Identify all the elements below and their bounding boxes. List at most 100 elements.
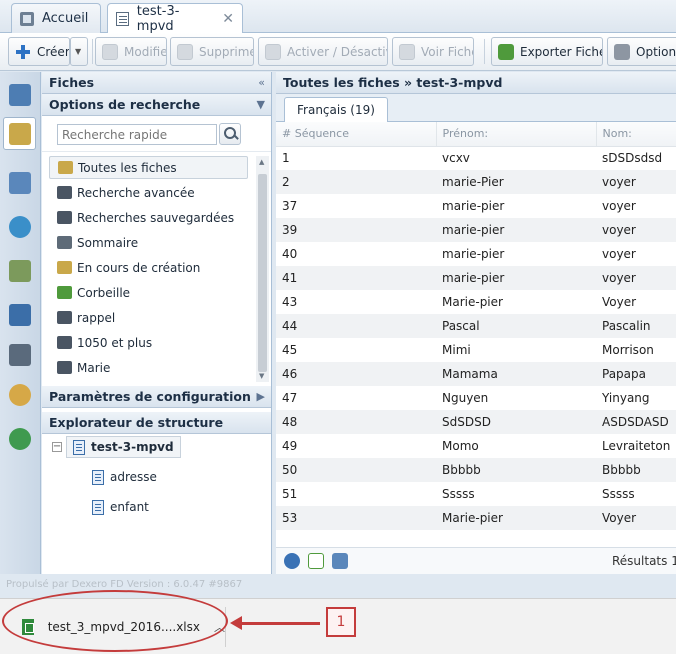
- rail-stats[interactable]: [3, 378, 36, 411]
- table-row[interactable]: 45 Mimi Morrison: [276, 338, 676, 362]
- column-header-lastname[interactable]: Nom:: [596, 122, 676, 147]
- delete-button[interactable]: Supprimer: [170, 37, 254, 66]
- trash-icon: [57, 286, 72, 299]
- create-dropdown-button[interactable]: ▼: [70, 37, 88, 66]
- cell-sequence: 50: [276, 458, 436, 482]
- list-item[interactable]: Marie: [49, 356, 248, 379]
- cell-sequence: 37: [282, 199, 298, 213]
- tree-root[interactable]: test-3-mpvd: [66, 436, 181, 458]
- cell-lastname: voyer: [602, 199, 636, 213]
- annotation-ellipse: [2, 590, 228, 652]
- tab-accueil[interactable]: Accueil: [11, 3, 101, 33]
- table-row[interactable]: 40 marie-pier voyer: [276, 242, 676, 266]
- table-row[interactable]: 41 marie-pier voyer: [276, 266, 676, 290]
- create-button[interactable]: Créer: [8, 37, 70, 66]
- table-row[interactable]: 44 Pascal Pascalin: [276, 314, 676, 338]
- rail-home[interactable]: [3, 78, 36, 111]
- config-title: Paramètres de configuration: [49, 389, 251, 404]
- table-row[interactable]: 49 Momo Levraiteton: [276, 434, 676, 458]
- gauge-icon: [8, 383, 31, 406]
- options-button[interactable]: Options: [607, 37, 676, 66]
- tree-item-adresse[interactable]: adresse: [92, 466, 157, 488]
- table-row[interactable]: 48 SdSDSD ASDSDASD: [276, 410, 676, 434]
- view-record-button[interactable]: Voir Fiche: [392, 37, 474, 66]
- search-icon[interactable]: [219, 123, 241, 145]
- plus-icon: [15, 44, 31, 60]
- tab-test-3-mpvd[interactable]: test-3-mpvd ✕: [107, 3, 243, 34]
- table-row[interactable]: 46 Mamama Papapa: [276, 362, 676, 386]
- list-item[interactable]: Recherches sauvegardées: [49, 206, 248, 229]
- panel-title: Fiches: [49, 75, 95, 90]
- cell-sequence: 46: [276, 362, 436, 386]
- cell-sequence: 41: [276, 266, 436, 290]
- list-item-label: Marie: [77, 360, 111, 375]
- column-header-firstname[interactable]: Prénom:: [436, 122, 597, 147]
- rail-forms[interactable]: [3, 166, 36, 199]
- structure-tree: − test-3-mpvd adresse enfant: [42, 434, 271, 584]
- cell-lastname: voyer: [596, 170, 676, 194]
- scrollbar-thumb[interactable]: [258, 174, 267, 372]
- cell-firstname: marie-pier: [436, 218, 596, 242]
- refresh-icon[interactable]: [284, 553, 300, 569]
- table-row[interactable]: 39 marie-pier voyer: [276, 218, 676, 242]
- rail-tools[interactable]: [3, 338, 36, 371]
- results-count: Résultats 1: [612, 554, 676, 568]
- checkbox-select-icon[interactable]: [308, 553, 324, 569]
- toggle-icon: [265, 43, 281, 60]
- tree-collapse-icon[interactable]: −: [52, 442, 62, 452]
- records-icon: [58, 161, 73, 174]
- rail-reports[interactable]: [3, 254, 36, 287]
- list-item[interactable]: Recherche avancée: [49, 181, 248, 204]
- records-icon: [8, 122, 31, 145]
- config-header[interactable]: Paramètres de configuration ▶: [42, 386, 271, 408]
- close-icon[interactable]: ✕: [222, 11, 234, 27]
- list-item[interactable]: Toutes les fiches: [49, 156, 248, 179]
- cell-lastname: Papapa: [596, 362, 676, 386]
- table-row[interactable]: 47 Nguyen Yinyang: [276, 386, 676, 410]
- column-header-sequence[interactable]: # Séquence: [276, 122, 437, 147]
- tab-bar: Accueil test-3-mpvd ✕: [0, 0, 676, 34]
- cell-firstname: marie-pier: [436, 266, 596, 290]
- list-item[interactable]: En cours de création: [49, 256, 248, 279]
- cell-lastname: Yinyang: [602, 391, 650, 405]
- tab-french[interactable]: Français (19): [284, 97, 388, 122]
- collapse-panel-icon[interactable]: «: [258, 76, 265, 89]
- rail-database[interactable]: [3, 298, 36, 331]
- cell-sequence: 43: [282, 295, 298, 309]
- annotation-arrowhead: [230, 616, 242, 630]
- filter-icon[interactable]: [332, 553, 348, 569]
- table-row[interactable]: 51 Sssss Sssss: [276, 482, 676, 506]
- modify-button[interactable]: Modifier: [95, 37, 167, 66]
- tree-item-enfant[interactable]: enfant: [92, 496, 149, 518]
- table-row[interactable]: 43 Marie-pier Voyer: [276, 290, 676, 314]
- cell-lastname: Sssss: [602, 487, 635, 501]
- scroll-up-icon[interactable]: ▲: [259, 158, 264, 166]
- list-item-label: 1050 et plus: [77, 335, 153, 350]
- list-item[interactable]: rappel: [49, 306, 248, 329]
- table-row[interactable]: 50 Bbbbb Bbbbb: [276, 458, 676, 482]
- records-table: # Séquence Prénom: Nom: 1 vcxv sDSDsdsd 2 ma…: [276, 122, 676, 530]
- search-options-header[interactable]: Options de recherche ▼: [42, 94, 271, 116]
- export-button[interactable]: Exporter Fiches: [491, 37, 603, 66]
- modify-label: Modifier: [124, 44, 167, 59]
- list-item[interactable]: Corbeille: [49, 281, 248, 304]
- list-scrollbar[interactable]: ▲ ▼: [256, 156, 269, 382]
- cell-firstname: Marie-pier: [436, 506, 596, 530]
- toggle-active-button[interactable]: Activer / Désactiver: [258, 37, 388, 66]
- view-label: Voir Fiche: [421, 44, 474, 59]
- table-row[interactable]: 2 marie-Pier voyer: [276, 170, 676, 194]
- rail-records[interactable]: [3, 117, 36, 150]
- quick-search-input[interactable]: [57, 124, 217, 145]
- rail-web[interactable]: [3, 210, 36, 243]
- list-item[interactable]: 1050 et plus: [49, 331, 248, 354]
- list-item[interactable]: Sommaire: [49, 231, 248, 254]
- table-header-row: # Séquence Prénom: Nom:: [276, 122, 676, 147]
- chevron-down-icon: ▼: [75, 47, 82, 56]
- rail-world[interactable]: [3, 422, 36, 455]
- scroll-down-icon[interactable]: ▼: [259, 372, 264, 380]
- toolbar-separator: [484, 39, 485, 64]
- export-icon: [498, 43, 514, 60]
- table-row[interactable]: 1 vcxv sDSDsdsd: [276, 146, 676, 170]
- table-row[interactable]: 53 Marie-pier Voyer: [276, 506, 676, 530]
- table-row[interactable]: 37 marie-pier voyer: [276, 194, 676, 218]
